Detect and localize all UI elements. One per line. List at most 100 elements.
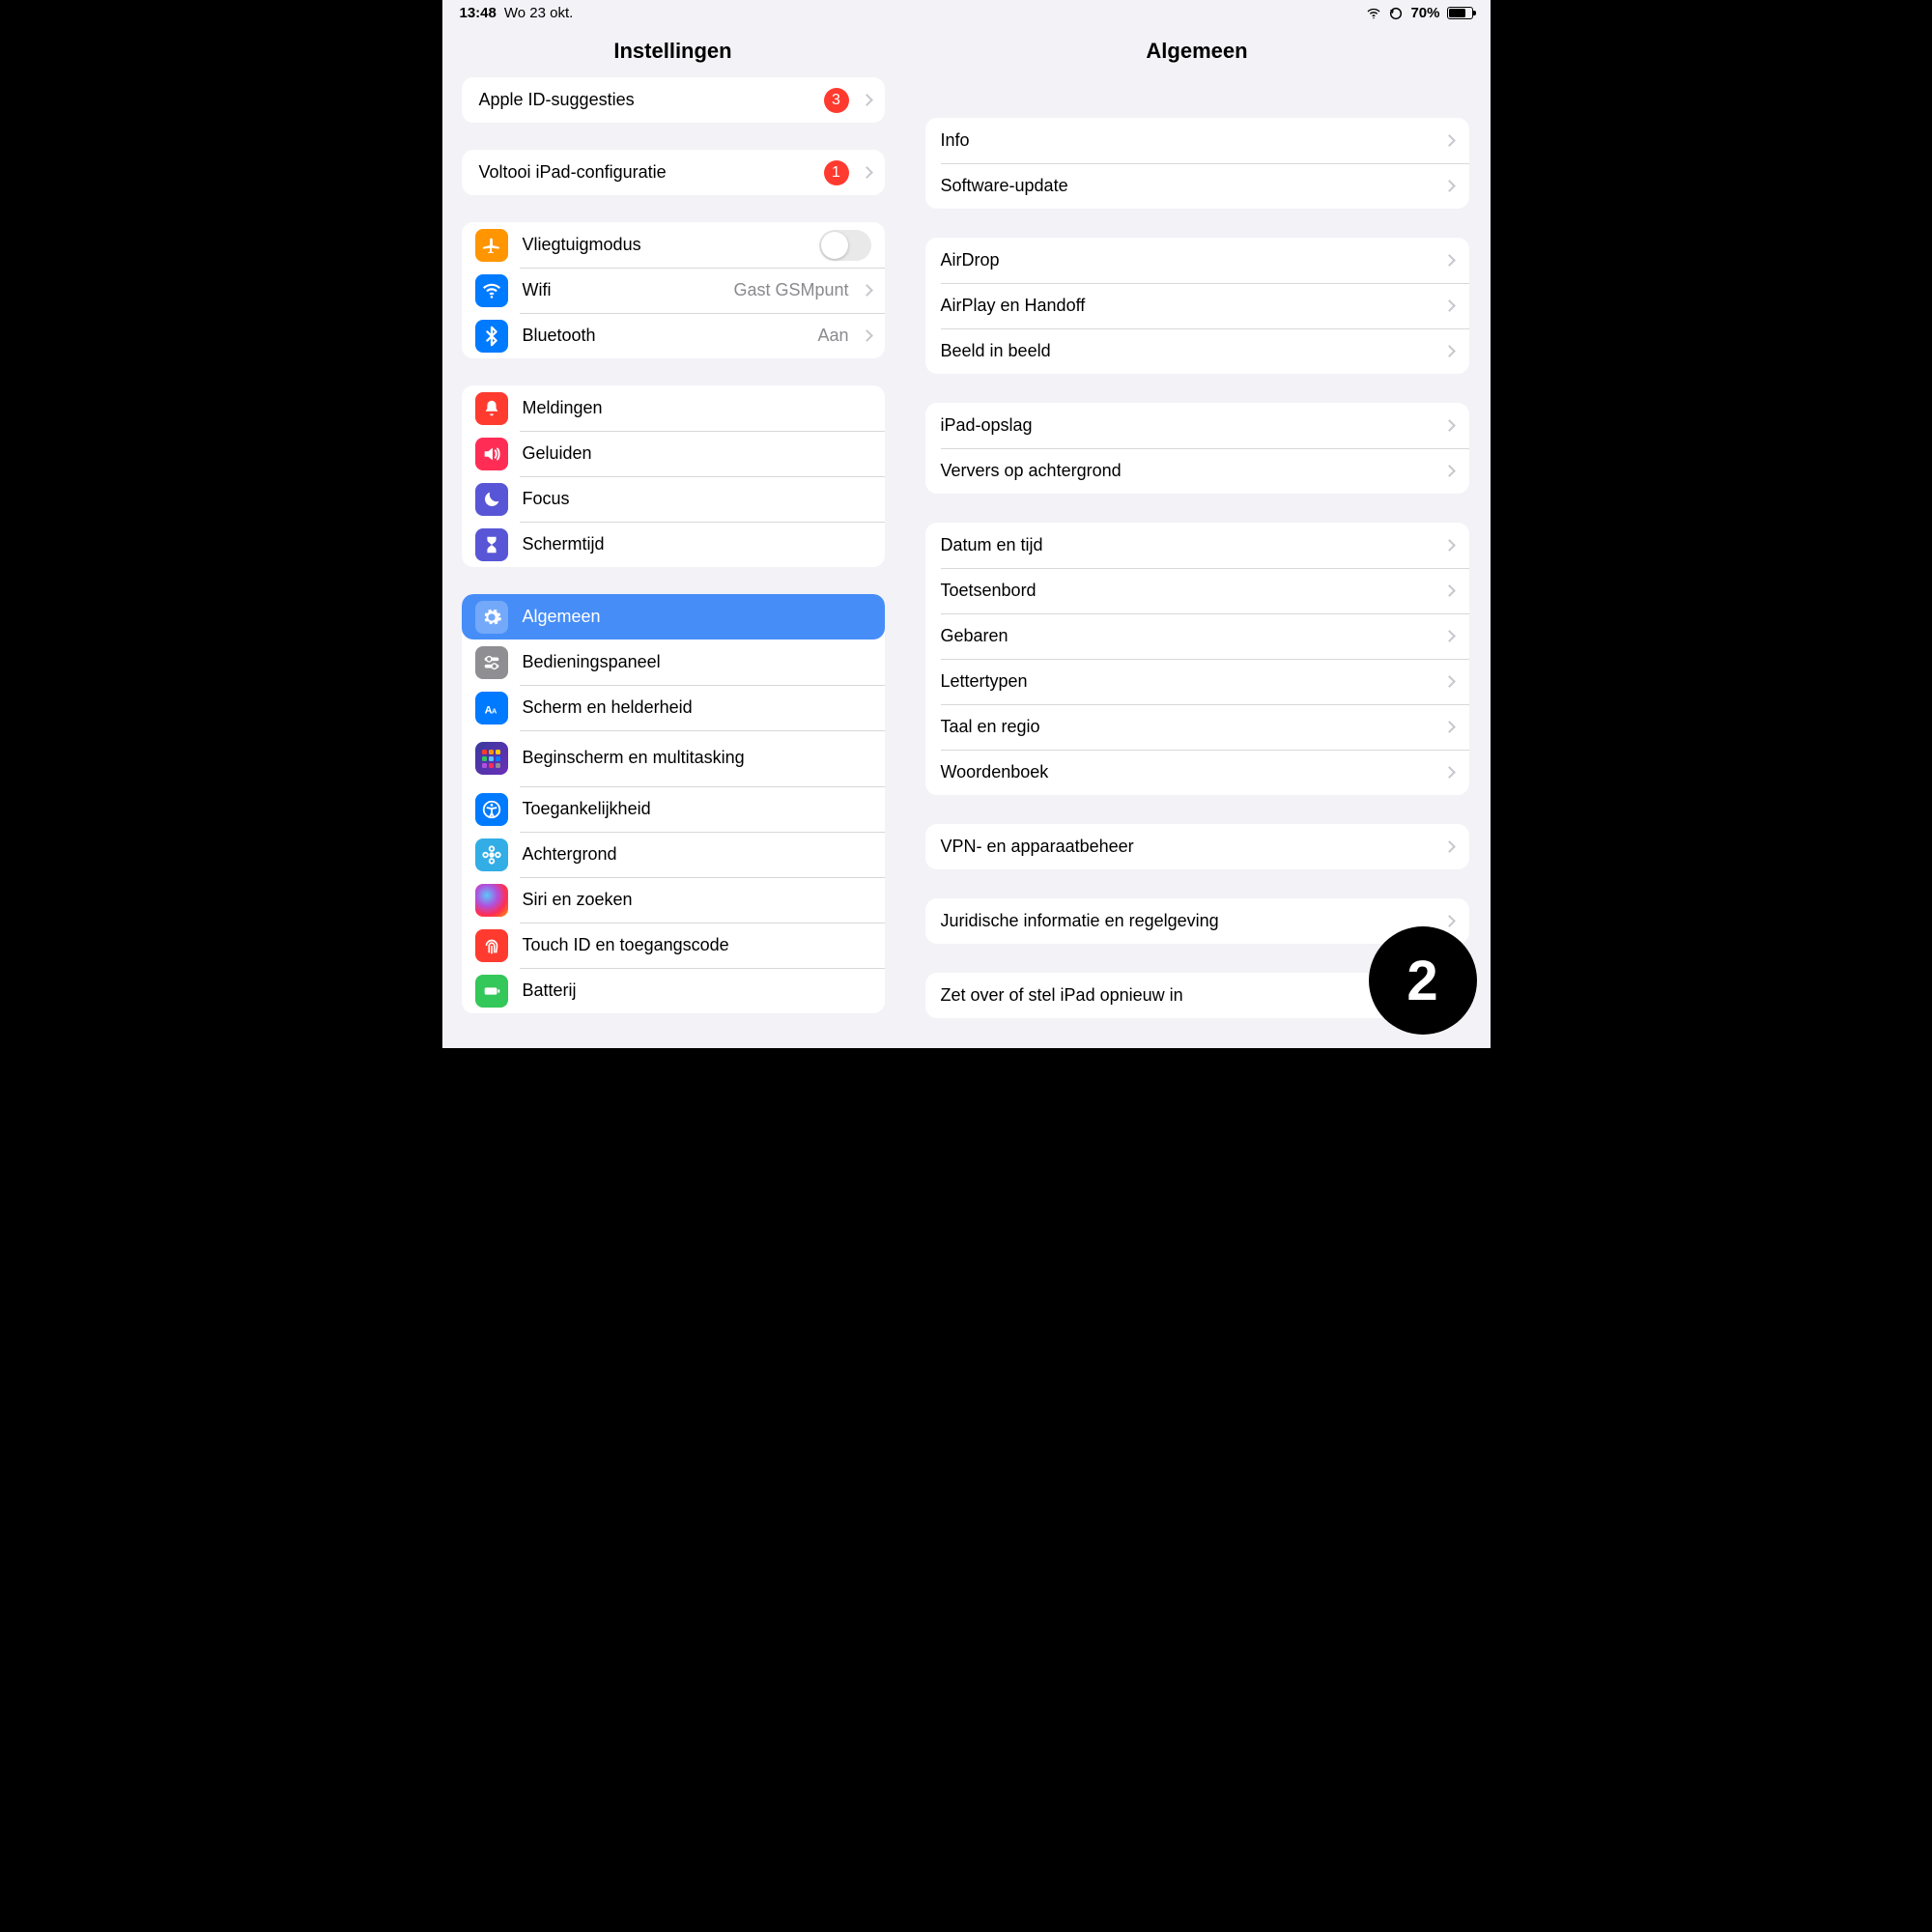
settings-sidebar: Instellingen Apple ID-suggesties 3 Volto… <box>442 23 904 1048</box>
chevron-right-icon <box>861 166 873 179</box>
bluetooth-value: Aan <box>817 326 848 346</box>
sidebar-item-focus[interactable]: Focus <box>462 476 885 522</box>
notification-badge: 1 <box>824 160 849 185</box>
detail-item-storage[interactable]: iPad-opslag <box>925 403 1469 448</box>
battery-label: Batterij <box>523 980 871 1001</box>
apple-id-label: Apple ID-suggesties <box>479 90 824 110</box>
sidebar-item-display[interactable]: AA Scherm en helderheid <box>462 685 885 730</box>
detail-item-vpn[interactable]: VPN- en apparaatbeheer <box>925 824 1469 869</box>
chevron-right-icon <box>1443 254 1456 267</box>
detail-item-airdrop[interactable]: AirDrop <box>925 238 1469 283</box>
sidebar-item-wifi[interactable]: Wifi Gast GSMpunt <box>462 268 885 313</box>
background-refresh-label: Ververs op achtergrond <box>941 461 1437 481</box>
bell-icon <box>475 392 508 425</box>
sidebar-item-finish-setup[interactable]: Voltooi iPad-configuratie 1 <box>462 150 885 195</box>
chevron-right-icon <box>1443 721 1456 733</box>
gestures-label: Gebaren <box>941 626 1437 646</box>
battery-icon <box>475 975 508 1008</box>
chevron-right-icon <box>1443 539 1456 552</box>
chevron-right-icon <box>1443 345 1456 357</box>
airplay-label: AirPlay en Handoff <box>941 296 1437 316</box>
sidebar-item-homescreen[interactable]: Beginscherm en multitasking <box>462 730 885 786</box>
sidebar-item-notifications[interactable]: Meldingen <box>462 385 885 431</box>
display-label: Scherm en helderheid <box>523 697 871 718</box>
step-badge: 2 <box>1369 926 1477 1035</box>
fingerprint-icon <box>475 929 508 962</box>
chevron-right-icon <box>861 284 873 297</box>
finish-setup-label: Voltooi iPad-configuratie <box>479 162 824 183</box>
sounds-label: Geluiden <box>523 443 871 464</box>
control-center-label: Bedieningspaneel <box>523 652 871 672</box>
detail-item-airplay[interactable]: AirPlay en Handoff <box>925 283 1469 328</box>
wifi-icon <box>475 274 508 307</box>
step-number: 2 <box>1406 949 1437 1013</box>
chevron-right-icon <box>1443 134 1456 147</box>
chevron-right-icon <box>1443 465 1456 477</box>
detail-item-dictionary[interactable]: Woordenboek <box>925 750 1469 795</box>
detail-item-date-time[interactable]: Datum en tijd <box>925 523 1469 568</box>
detail-item-keyboard[interactable]: Toetsenbord <box>925 568 1469 613</box>
chevron-right-icon <box>1443 299 1456 312</box>
chevron-right-icon <box>1443 419 1456 432</box>
chevron-right-icon <box>1443 584 1456 597</box>
chevron-right-icon <box>1443 675 1456 688</box>
airdrop-label: AirDrop <box>941 250 1437 270</box>
rotation-lock-icon <box>1388 6 1404 21</box>
sidebar-item-screentime[interactable]: Schermtijd <box>462 522 885 567</box>
language-label: Taal en regio <box>941 717 1437 737</box>
accessibility-label: Toegankelijkheid <box>523 799 871 819</box>
battery-icon <box>1447 7 1473 19</box>
airplane-toggle[interactable] <box>819 230 871 261</box>
sidebar-item-touchid[interactable]: Touch ID en toegangscode <box>462 923 885 968</box>
focus-label: Focus <box>523 489 871 509</box>
sidebar-item-control-center[interactable]: Bedieningspaneel <box>462 639 885 685</box>
detail-item-background-refresh[interactable]: Ververs op achtergrond <box>925 448 1469 494</box>
sidebar-item-general[interactable]: Algemeen <box>462 594 885 639</box>
fonts-label: Lettertypen <box>941 671 1437 692</box>
notification-badge: 3 <box>824 88 849 113</box>
detail-item-gestures[interactable]: Gebaren <box>925 613 1469 659</box>
detail-item-legal[interactable]: Juridische informatie en regelgeving <box>925 898 1469 944</box>
chevron-right-icon <box>861 94 873 106</box>
battery-pct: 70% <box>1410 5 1439 21</box>
status-date: Wo 23 okt. <box>504 5 573 21</box>
airplane-icon <box>475 229 508 262</box>
vpn-label: VPN- en apparaatbeheer <box>941 837 1437 857</box>
storage-label: iPad-opslag <box>941 415 1437 436</box>
detail-title: Algemeen <box>904 29 1491 77</box>
wifi-label: Wifi <box>523 280 734 300</box>
sidebar-item-apple-id-suggestions[interactable]: Apple ID-suggesties 3 <box>462 77 885 123</box>
sidebar-item-accessibility[interactable]: Toegankelijkheid <box>462 786 885 832</box>
status-bar: 13:48 Wo 23 okt. 70% <box>442 0 1491 23</box>
touchid-label: Touch ID en toegangscode <box>523 935 871 955</box>
sidebar-item-airplane-mode[interactable]: Vliegtuigmodus <box>462 222 885 268</box>
transfer-reset-label: Zet over of stel iPad opnieuw in <box>941 985 1437 1006</box>
legal-label: Juridische informatie en regelgeving <box>941 911 1437 931</box>
sidebar-item-wallpaper[interactable]: Achtergrond <box>462 832 885 877</box>
chevron-right-icon <box>1443 630 1456 642</box>
sidebar-item-battery[interactable]: Batterij <box>462 968 885 1013</box>
detail-pane: Algemeen Info Software-update AirDrop Ai… <box>904 23 1491 1048</box>
chevron-right-icon <box>1443 915 1456 927</box>
chevron-right-icon <box>1443 766 1456 779</box>
flower-icon <box>475 838 508 871</box>
wifi-icon <box>1366 6 1381 21</box>
pip-label: Beeld in beeld <box>941 341 1437 361</box>
detail-item-software-update[interactable]: Software-update <box>925 163 1469 209</box>
detail-item-language[interactable]: Taal en regio <box>925 704 1469 750</box>
detail-item-fonts[interactable]: Lettertypen <box>925 659 1469 704</box>
airplane-label: Vliegtuigmodus <box>523 235 819 255</box>
svg-text:A: A <box>492 706 497 715</box>
detail-item-pip[interactable]: Beeld in beeld <box>925 328 1469 374</box>
screentime-label: Schermtijd <box>523 534 871 554</box>
status-time: 13:48 <box>460 5 497 21</box>
sidebar-item-siri[interactable]: Siri en zoeken <box>462 877 885 923</box>
software-update-label: Software-update <box>941 176 1437 196</box>
sidebar-title: Instellingen <box>442 29 904 77</box>
sidebar-item-bluetooth[interactable]: Bluetooth Aan <box>462 313 885 358</box>
detail-item-info[interactable]: Info <box>925 118 1469 163</box>
sliders-icon <box>475 646 508 679</box>
chevron-right-icon <box>861 329 873 342</box>
sidebar-item-sounds[interactable]: Geluiden <box>462 431 885 476</box>
chevron-right-icon <box>1443 180 1456 192</box>
